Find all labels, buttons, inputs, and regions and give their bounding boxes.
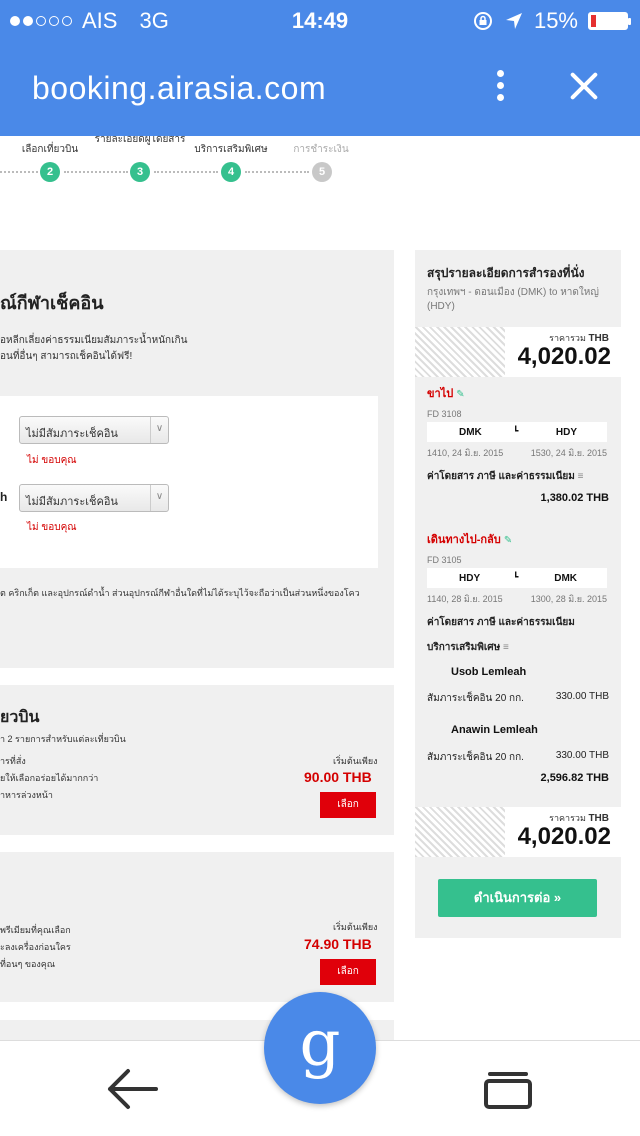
step-connector xyxy=(0,171,38,173)
meal-line-2: ยให้เลือกอร่อยได้มากกว่า xyxy=(0,773,99,783)
battery-icon xyxy=(588,12,631,30)
return-from: HDY xyxy=(459,573,481,584)
return-dep: 1140, 28 มิ.ย. 2015 xyxy=(427,594,503,604)
step-label-5: การชำระเงิน xyxy=(293,144,349,155)
total-value: 4,020.02 xyxy=(517,343,611,370)
step-connector xyxy=(64,171,128,173)
close-icon[interactable] xyxy=(566,68,602,104)
step-5: 5 xyxy=(312,162,332,182)
battery-percent: 15% xyxy=(533,8,578,33)
meal-line-3: าหารล่วงหน้า xyxy=(0,790,53,800)
outbound-fee-label: ค่าโดยสาร ภาษี และค่าธรรมเนียม ≡ xyxy=(427,471,584,482)
step-connector xyxy=(245,171,309,173)
baggage-card: ณ์กีฬาเช็คอิน ื่อหลีกเลี่ยงค่าธรรมเนียมส… xyxy=(0,250,394,668)
step-connector xyxy=(154,171,218,173)
seat-line-3: ที่อนๆ ของคุณ xyxy=(0,959,56,969)
battery-level xyxy=(591,15,597,27)
meal-line-1: ารที่สั่ง xyxy=(0,756,26,766)
extras-label: บริการเสริมพิเศษ ≡ xyxy=(427,642,509,653)
outbound-flight: FD 3108 xyxy=(427,409,462,419)
outbound-arr: 1530, 24 มิ.ย. 2015 xyxy=(530,448,607,458)
plane-icon: ┗ xyxy=(513,572,519,582)
seat-line-2: ะลงเครื่องก่อนใคร xyxy=(0,942,71,952)
url-bar[interactable]: booking.airasia.com xyxy=(32,70,326,107)
meal-select-button[interactable]: เลือก xyxy=(320,792,376,818)
outbound-times: 1410, 24 มิ.ย. 2015 1530, 24 มิ.ย. 2015 xyxy=(427,446,607,460)
more-vert-icon[interactable] xyxy=(490,70,510,106)
meal-card: ยวบิน า 2 รายการสำหรับแต่ละเที่ยวบิน ารท… xyxy=(0,685,394,835)
status-bar: AIS 3G 14:49 15% xyxy=(0,0,640,40)
google-search-button[interactable]: g xyxy=(264,992,376,1104)
baggage-note-1[interactable]: ไม่ ขอบคุณ xyxy=(27,453,77,468)
meal-desc: า 2 รายการสำหรับแต่ละเที่ยวบิน xyxy=(0,734,126,744)
return-to: DMK xyxy=(554,573,577,584)
seat-price: 74.90 THB xyxy=(304,936,372,952)
step-2[interactable]: 2 xyxy=(40,162,60,182)
return-arr: 1300, 28 มิ.ย. 2015 xyxy=(530,594,607,604)
meal-price-label: เริ่มต้นเพียง xyxy=(333,756,378,766)
baggage-footnote: ต คริกเก็ต และอุปกรณ์ดำน้ำ ส่วนอุปกรณ์กี… xyxy=(0,588,360,598)
summary-total-top: ราคารวม THB 4,020.02 xyxy=(415,327,621,377)
total-value: 4,020.02 xyxy=(517,823,611,850)
outbound-route: DMK ┗ HDY xyxy=(427,422,607,442)
chevron-down-icon: ∨ xyxy=(150,417,168,443)
seat-price-label: เริ่มต้นเพียง xyxy=(333,922,378,932)
outbound-from: DMK xyxy=(459,427,482,438)
plane-icon: ┗ xyxy=(513,426,519,436)
baggage-select-1[interactable]: ไม่มีสัมภาระเช็คอิน ∨ xyxy=(19,416,169,444)
baggage-select-1-value: ไม่มีสัมภาระเช็คอิน xyxy=(26,428,118,440)
hatch-pattern xyxy=(415,807,505,857)
return-route: HDY ┗ DMK xyxy=(427,568,607,588)
list-icon[interactable]: ≡ xyxy=(503,642,509,653)
baggage-select-2[interactable]: ไม่มีสัมภาระเช็คอิน ∨ xyxy=(19,484,169,512)
passenger-1-item: สัมภาระเช็คอิน 20 กก. 330.00 THB xyxy=(427,691,609,704)
seat-select-button[interactable]: เลือก xyxy=(320,959,376,985)
outbound-dep: 1410, 24 มิ.ย. 2015 xyxy=(427,448,504,458)
baggage-desc-1: ื่อหลีกเลี่ยงค่าธรรมเนียมสัมภาระน้ำหนักเ… xyxy=(0,335,188,346)
return-times: 1140, 28 มิ.ย. 2015 1300, 28 มิ.ย. 2015 xyxy=(427,592,607,606)
browser-toolbar: booking.airasia.com xyxy=(0,40,640,136)
return-subtotal: 2,596.82 THB xyxy=(540,772,609,784)
return-title: เดินทางไป-กลับ ✎ xyxy=(427,534,513,546)
meal-price: 90.00 THB xyxy=(304,769,372,785)
tabs-icon[interactable] xyxy=(484,1071,532,1109)
booking-summary: สรุปรายละเอียดการสำรองที่นั่ง กรุงเทพฯ -… xyxy=(415,250,621,938)
location-icon xyxy=(505,13,522,29)
edit-icon[interactable]: ✎ xyxy=(456,389,464,400)
outbound-to: HDY xyxy=(555,427,577,438)
continue-button[interactable]: ดำเนินการต่อ » xyxy=(438,879,597,917)
hatch-pattern xyxy=(415,327,505,377)
baggage-select-2-value: ไม่มีสัมภาระเช็คอิน xyxy=(26,496,118,508)
passenger-2-item: สัมภาระเช็คอิน 20 กก. 330.00 THB xyxy=(427,750,609,763)
edit-icon[interactable]: ✎ xyxy=(504,535,512,546)
summary-title: สรุปรายละเอียดการสำรองที่นั่ง xyxy=(427,266,585,280)
rotation-lock-icon xyxy=(473,12,492,30)
baggage-options: ไม่มีสัมภาระเช็คอิน ∨ ไม่ ขอบคุณ h ไม่มี… xyxy=(0,396,378,568)
step-3[interactable]: 3 xyxy=(130,162,150,182)
passenger-name-tail: h xyxy=(0,490,8,504)
baggage-title: ณ์กีฬาเช็คอิน xyxy=(0,293,104,313)
seat-line-1: พรีเมียมที่คุณเลือก xyxy=(0,925,71,935)
meal-title: ยวบิน xyxy=(0,709,40,726)
outbound-fee: 1,380.02 THB xyxy=(540,492,609,504)
list-icon[interactable]: ≡ xyxy=(578,471,584,482)
status-right: 15% xyxy=(472,8,631,34)
baggage-desc-2: อนที่อื่นๆ สามารถเช็คอินได้ฟรี! xyxy=(0,351,133,362)
step-4[interactable]: 4 xyxy=(221,162,241,182)
baggage-note-2[interactable]: ไม่ ขอบคุณ xyxy=(27,520,77,535)
return-fee-label: ค่าโดยสาร ภาษี และค่าธรรมเนียม xyxy=(427,617,575,628)
passenger-1-name: Usob Lemleah xyxy=(451,666,527,678)
seat-card: พรีเมียมที่คุณเลือก ะลงเครื่องก่อนใคร ที… xyxy=(0,852,394,1002)
chevron-down-icon: ∨ xyxy=(150,485,168,511)
return-flight: FD 3105 xyxy=(427,555,462,565)
booking-stepper: เลือกเที่ยวบิน 2 รายละเอียดผู้โดยสาร 3 บ… xyxy=(0,136,640,194)
back-arrow-icon[interactable] xyxy=(104,1067,160,1111)
outbound-title: ขาไป ✎ xyxy=(427,388,465,400)
summary-route: กรุงเทพฯ - ดอนเมือง (DMK) to หาดใหญ่ (HD… xyxy=(427,287,599,312)
summary-total-bottom: ราคารวม THB 4,020.02 xyxy=(415,807,621,857)
passenger-2-name: Anawin Lemleah xyxy=(451,724,538,736)
